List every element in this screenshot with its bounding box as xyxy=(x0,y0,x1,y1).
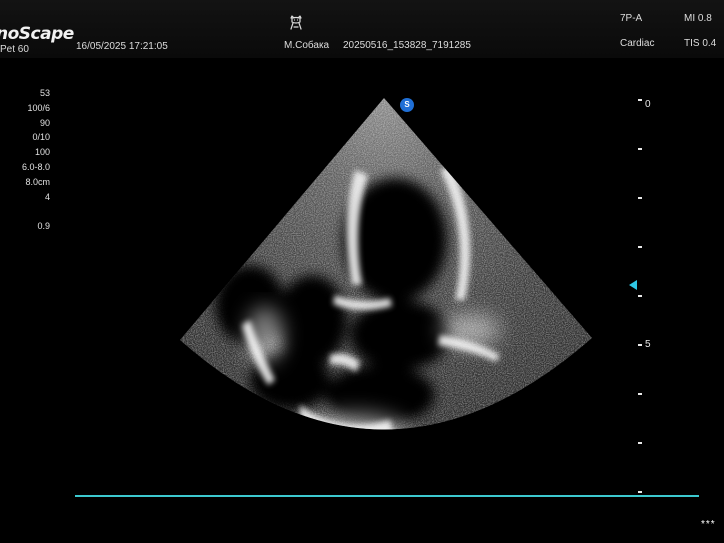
footer-stars: *** xyxy=(701,519,716,530)
orientation-marker: S xyxy=(400,98,414,112)
focus-marker[interactable] xyxy=(629,280,637,290)
depth-scale xyxy=(638,99,642,493)
timeline-bar xyxy=(75,495,699,497)
echocardiogram-image xyxy=(180,98,592,430)
depth-label-0: 0 xyxy=(645,99,651,110)
depth-label-5: 5 xyxy=(645,339,651,350)
ultrasound-screen: noScape Pet 60 16/05/2025 17:21:05 М.Соб… xyxy=(0,0,724,543)
